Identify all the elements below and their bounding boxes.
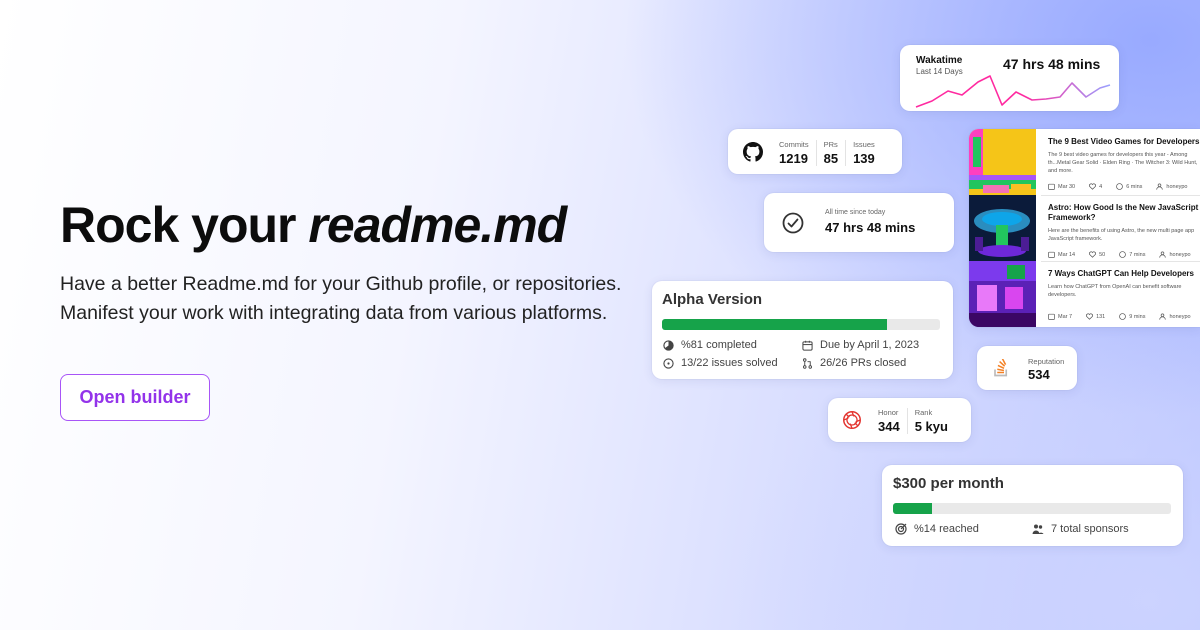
milestone-prs: 26/26 PRs closed [802, 357, 906, 369]
hero-title-em: readme.md [308, 197, 567, 253]
article-likes: 50 [1089, 251, 1105, 258]
article-desc: Here are the benefits of using Astro, th… [1048, 228, 1195, 242]
heart-icon [1089, 183, 1097, 190]
stat-label: PRs [823, 140, 838, 149]
article-date: Mar 7 [1048, 313, 1072, 320]
github-stat-prs: PRs 85 [815, 140, 845, 166]
codewars-stat-honor: Honor 344 [871, 408, 907, 434]
issue-icon [663, 357, 674, 369]
check-clock-icon [782, 212, 804, 234]
article-date: Mar 14 [1048, 251, 1075, 258]
milestone-issues: 13/22 issues solved [663, 357, 778, 369]
article-desc: Learn how ChatGPT from OpenAI can benefi… [1048, 284, 1182, 298]
heart-icon [1089, 251, 1097, 258]
calendar-icon [1048, 313, 1055, 320]
article-title: Astro: How Good Is the New JavaScript Fr… [1048, 203, 1199, 222]
article-thumbnail-1 [969, 129, 1036, 195]
stat-label: Commits [779, 140, 809, 149]
people-icon [1032, 524, 1044, 534]
article-item[interactable]: 7 Ways ChatGPT Can Help Developers Learn… [1048, 269, 1200, 320]
article-meta: Mar 7 131 9 mins honeypo [1048, 313, 1200, 320]
stackoverflow-icon [994, 359, 1008, 377]
heart-icon [1086, 313, 1093, 320]
article-meta: Mar 14 50 7 mins honeypo [1048, 251, 1200, 258]
user-icon [1159, 251, 1167, 258]
wakatime-line [915, 75, 1111, 108]
article-desc: The 9 best video games for developers th… [1048, 152, 1198, 174]
clock-icon [1119, 313, 1127, 320]
calendar-icon [802, 340, 813, 351]
stat-label: Rank [914, 408, 933, 417]
sponsors-card[interactable]: $300 per month %14 reached 7 total spons… [882, 465, 1183, 546]
hero-title-main: Rock your [60, 197, 297, 253]
article-thumbnail-3 [969, 261, 1036, 327]
github-icon [743, 142, 763, 162]
stat-value: 139 [853, 151, 875, 166]
milestone-due: Due by April 1, 2023 [802, 339, 919, 351]
article-thumbnail-2 [969, 195, 1036, 261]
stat-label: Issues [853, 140, 875, 149]
divider [1041, 195, 1200, 196]
stat-value: 1219 [779, 151, 808, 166]
articles-card[interactable]: The 9 Best Video Games for Developers Th… [969, 129, 1200, 327]
github-card[interactable]: Commits 1219 PRs 85 Issues 139 [728, 129, 902, 174]
milestone-title: Alpha Version [662, 291, 763, 308]
codewars-icon [843, 411, 861, 429]
article-read-time: 9 mins [1119, 313, 1145, 320]
so-label: Reputation [1028, 357, 1065, 366]
hero-desc-line-1: Have a better Readme.md for your Github … [60, 273, 622, 295]
clock-icon [1119, 251, 1127, 258]
article-likes: 4 [1089, 183, 1102, 190]
stat-value: 5 kyu [914, 419, 948, 434]
clock-icon [1116, 183, 1123, 190]
hero-title: Rock your readme.md [60, 196, 567, 254]
article-item[interactable]: Astro: How Good Is the New JavaScript Fr… [1048, 203, 1200, 258]
article-title: 7 Ways ChatGPT Can Help Developers [1048, 269, 1194, 278]
hero-description: Have a better Readme.md for your Github … [60, 270, 640, 328]
article-date: Mar 30 [1048, 183, 1075, 190]
sponsors-title: $300 per month [893, 475, 1004, 492]
sponsors-progress-bar [893, 503, 1171, 514]
hero-desc-line-2: Manifest your work with integrating data… [60, 302, 608, 324]
calendar-icon [1048, 183, 1055, 190]
target-icon [895, 523, 907, 535]
milestone-completed: %81 completed [663, 339, 757, 351]
stat-value: 85 [823, 151, 839, 166]
calendar-icon [1048, 251, 1055, 258]
article-read-time: 7 mins [1119, 251, 1145, 258]
article-read-time: 6 mins [1116, 183, 1142, 190]
so-value: 534 [1028, 367, 1050, 382]
milestone-progress-fill [662, 319, 888, 330]
article-author: honeypo [1156, 183, 1188, 190]
wakatime-sparkline [915, 75, 1111, 108]
codewars-stat-rank: Rank 5 kyu [906, 408, 955, 434]
divider [1041, 261, 1200, 262]
alltime-value: 47 hrs 48 mins [825, 220, 916, 235]
article-author: honeypo [1159, 313, 1191, 320]
article-likes: 131 [1086, 313, 1105, 320]
pull-request-icon [803, 357, 812, 369]
sponsors-count: 7 total sponsors [1032, 523, 1129, 535]
pie-icon [663, 339, 674, 351]
milestone-card[interactable]: Alpha Version %81 completed Due by April… [652, 281, 953, 379]
stat-value: 344 [878, 419, 900, 434]
stat-label: Honor [878, 408, 899, 417]
article-item[interactable]: The 9 Best Video Games for Developers Th… [1048, 137, 1200, 190]
article-meta: Mar 30 4 6 mins honeypo [1048, 183, 1200, 190]
sponsors-reached: %14 reached [895, 523, 979, 535]
open-builder-button[interactable]: Open builder [60, 374, 210, 421]
github-stat-commits: Commits 1219 [772, 140, 816, 166]
user-icon [1156, 183, 1164, 190]
milestone-progress-bar [662, 319, 940, 330]
stackoverflow-card[interactable]: Reputation 534 [977, 346, 1077, 390]
article-title: The 9 Best Video Games for Developers [1048, 137, 1200, 146]
wakatime-card[interactable]: Wakatime Last 14 Days 47 hrs 48 mins [900, 45, 1119, 111]
user-icon [1159, 313, 1167, 320]
alltime-label: All time since today [825, 209, 886, 216]
github-stat-issues: Issues 139 [845, 140, 882, 166]
codewars-card[interactable]: Honor 344 Rank 5 kyu [828, 398, 971, 442]
alltime-card[interactable]: All time since today 47 hrs 48 mins [764, 193, 954, 252]
article-author: honeypo [1159, 251, 1191, 258]
sponsors-progress-fill [893, 503, 932, 514]
